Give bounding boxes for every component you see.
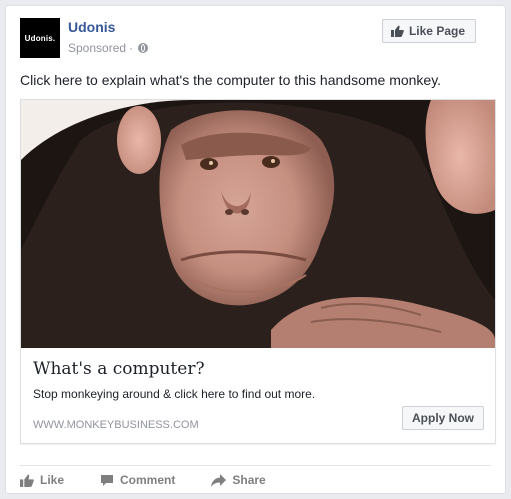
page-avatar[interactable]: Udonis. bbox=[20, 18, 60, 58]
share-action-label: Share bbox=[232, 473, 266, 487]
thumbs-up-icon bbox=[390, 25, 404, 37]
like-page-button[interactable]: Like Page bbox=[381, 19, 476, 43]
post-text: Click here to explain what's the compute… bbox=[20, 72, 442, 88]
post-actions: Like Comment Share bbox=[20, 473, 266, 487]
ad-description: Stop monkeying around & click here to fi… bbox=[33, 387, 316, 401]
comment-action-label: Comment bbox=[120, 473, 176, 487]
like-action-button[interactable]: Like bbox=[20, 473, 64, 487]
globe-icon bbox=[138, 43, 149, 53]
page-name-link[interactable]: Udonis bbox=[68, 19, 115, 35]
ad-attachment[interactable]: What's a computer? Stop monkeying around… bbox=[20, 99, 496, 444]
apply-now-button[interactable]: Apply Now bbox=[402, 406, 484, 430]
ad-domain: WWW.MONKEYBUSINESS.COM bbox=[33, 419, 199, 431]
thumbs-up-icon bbox=[20, 474, 34, 487]
meta-separator: · bbox=[129, 41, 134, 55]
sponsored-row: Sponsored · bbox=[68, 41, 149, 55]
avatar-logo-text: Udonis. bbox=[24, 33, 56, 43]
share-icon bbox=[211, 473, 227, 487]
sponsored-label[interactable]: Sponsored bbox=[68, 41, 126, 55]
comment-icon bbox=[101, 474, 114, 486]
share-action-button[interactable]: Share bbox=[211, 473, 266, 487]
actions-divider bbox=[20, 465, 491, 466]
chimpanzee-photo bbox=[21, 100, 495, 348]
comment-action-button[interactable]: Comment bbox=[100, 473, 175, 487]
like-page-label: Like Page bbox=[408, 24, 465, 38]
like-action-label: Like bbox=[40, 473, 65, 487]
ad-headline[interactable]: What's a computer? bbox=[33, 359, 205, 379]
sponsored-post-card: Udonis. Udonis Sponsored · Like Page Cli… bbox=[5, 5, 506, 494]
ad-image[interactable] bbox=[21, 100, 495, 348]
